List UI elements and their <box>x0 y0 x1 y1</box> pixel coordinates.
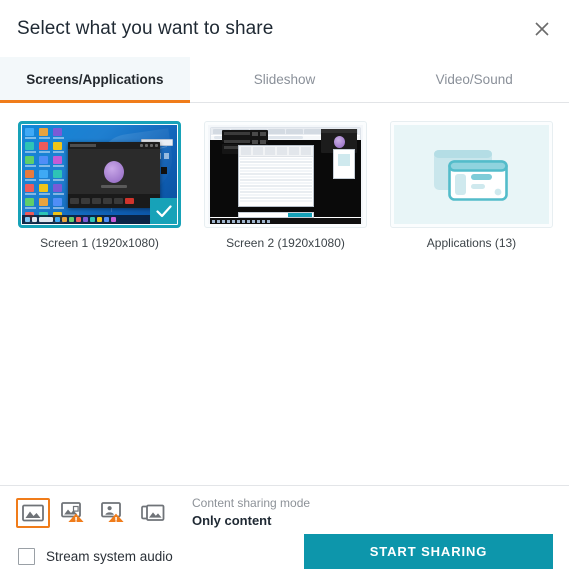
start-sharing-button[interactable]: START SHARING <box>304 534 553 569</box>
taskbar <box>210 218 361 224</box>
mode-icon-group <box>16 497 170 528</box>
tab-label: Slideshow <box>253 72 316 87</box>
thumbnail-row: Screen 1 (1920x1080) Screen 2 (1920x1080… <box>18 121 553 250</box>
dialog-header: Select what you want to share <box>0 0 569 57</box>
tab-video-sound[interactable]: Video/Sound <box>379 57 569 102</box>
side-panel-preview <box>333 149 355 179</box>
thumbnail-preview-screen-1 <box>22 125 177 224</box>
stream-system-audio-checkbox[interactable] <box>18 548 35 565</box>
mode-label: Content sharing mode <box>192 496 311 510</box>
content-sharing-mode-row: Content sharing mode Only content <box>16 496 553 529</box>
mode-text-block: Content sharing mode Only content <box>192 496 310 529</box>
source-item-screen-2[interactable]: Screen 2 (1920x1080) <box>204 121 367 250</box>
thumbnail-preview-applications <box>394 125 549 224</box>
source-label: Screen 2 (1920x1080) <box>226 236 345 250</box>
content-with-frame-warning-icon[interactable] <box>56 498 90 528</box>
tab-slideshow[interactable]: Slideshow <box>190 57 380 102</box>
only-content-icon[interactable] <box>16 497 50 528</box>
mode-value: Only content <box>192 513 272 528</box>
content-multi-layer-icon[interactable] <box>136 498 170 528</box>
tab-bar: Screens/Applications Slideshow Video/Sou… <box>0 57 569 103</box>
close-icon[interactable] <box>527 14 557 44</box>
content-with-presenter-warning-icon[interactable] <box>96 498 130 528</box>
applications-tile <box>394 125 549 224</box>
dialog-title: Select what you want to share <box>17 17 274 39</box>
thumbnail-frame-applications[interactable] <box>390 121 553 228</box>
desktop-preview <box>208 125 363 224</box>
tab-label: Video/Sound <box>435 72 513 87</box>
small-window <box>161 167 167 174</box>
source-item-applications[interactable]: Applications (13) <box>390 121 553 250</box>
thumbnail-frame-screen-1[interactable] <box>18 121 181 228</box>
share-picker-dialog: Select what you want to share Screens/Ap… <box>0 0 569 580</box>
avatar <box>104 161 124 183</box>
app-window-preview <box>68 142 160 208</box>
selected-check-icon <box>150 198 177 224</box>
source-label: Applications (13) <box>426 236 517 250</box>
stream-system-audio-row[interactable]: Stream system audio <box>18 548 173 565</box>
source-label: Screen 1 (1920x1080) <box>40 236 159 250</box>
tab-label: Screens/Applications <box>26 72 164 87</box>
desktop-icon-grid <box>25 128 67 223</box>
tab-screens-applications[interactable]: Screens/Applications <box>0 57 190 103</box>
windows-stack-icon <box>433 149 508 201</box>
thumbnail-frame-screen-2[interactable] <box>204 121 367 228</box>
thumbnail-preview-screen-2 <box>208 125 363 224</box>
dialog-preview-1 <box>222 130 268 144</box>
source-list: Screen 1 (1920x1080) Screen 2 (1920x1080… <box>0 103 569 485</box>
source-item-screen-1[interactable]: Screen 1 (1920x1080) <box>18 121 181 250</box>
stream-system-audio-label: Stream system audio <box>46 549 173 564</box>
dialog-footer: Content sharing mode Only content Stream… <box>0 486 569 580</box>
spreadsheet-window-preview <box>238 145 314 207</box>
